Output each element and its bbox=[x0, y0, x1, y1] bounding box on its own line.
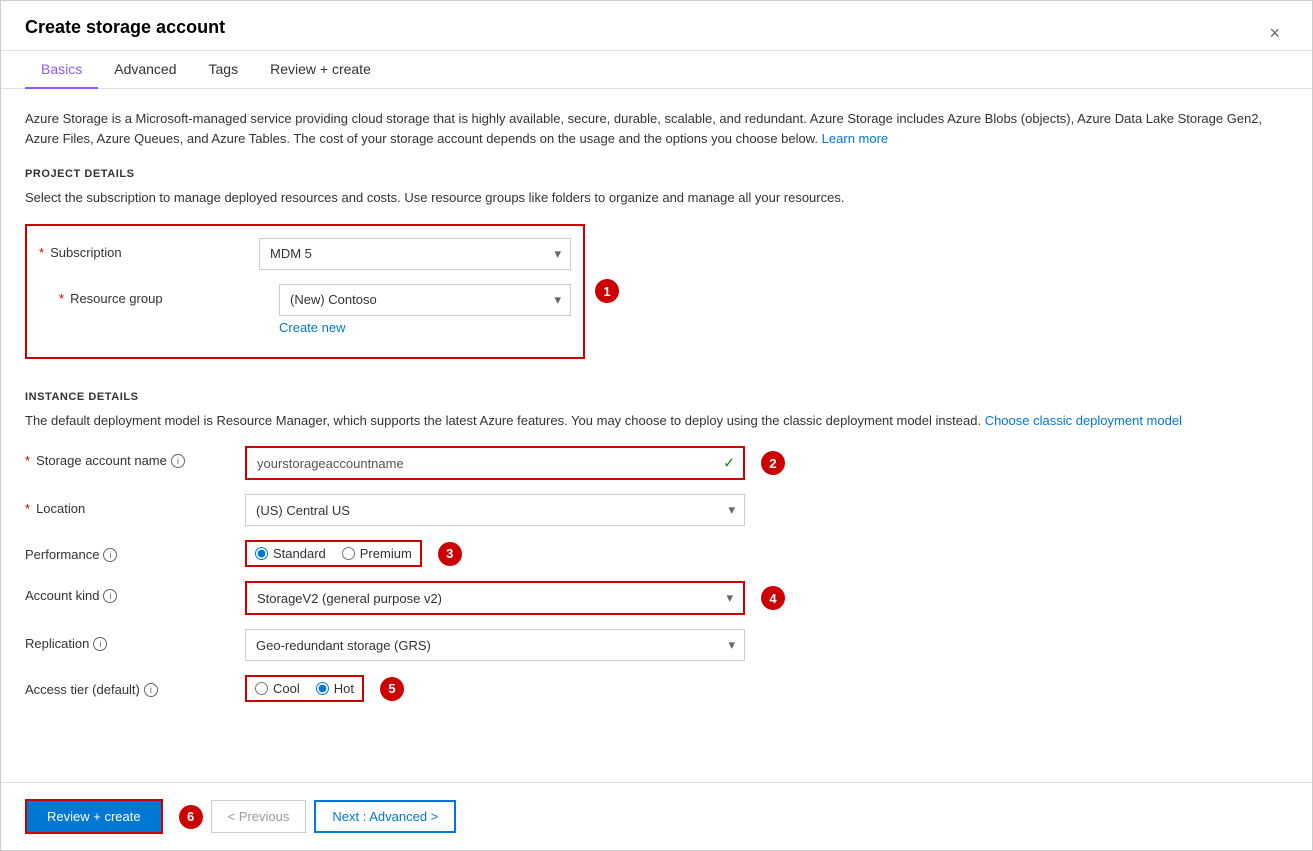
tab-bar: Basics Advanced Tags Review + create bbox=[1, 51, 1312, 89]
create-storage-account-dialog: Create storage account × Basics Advanced… bbox=[0, 0, 1313, 851]
performance-premium-radio[interactable] bbox=[342, 547, 355, 560]
dialog-title: Create storage account bbox=[25, 17, 225, 50]
subscription-group: * Subscription MDM 5 bbox=[39, 238, 571, 270]
performance-radio-box: Standard Premium bbox=[245, 540, 422, 567]
callout-badge-5: 5 bbox=[380, 677, 404, 701]
learn-more-link[interactable]: Learn more bbox=[822, 131, 888, 146]
access-tier-cool-label[interactable]: Cool bbox=[255, 681, 300, 696]
performance-label: Performance i bbox=[25, 540, 245, 562]
project-details-box: * Subscription MDM 5 * Resource group bbox=[25, 224, 585, 359]
location-select-wrapper: (US) Central US bbox=[245, 494, 745, 526]
previous-button[interactable]: < Previous bbox=[211, 800, 307, 833]
intro-description: Azure Storage is a Microsoft-managed ser… bbox=[25, 109, 1288, 148]
location-select[interactable]: (US) Central US bbox=[245, 494, 745, 526]
access-tier-radio-box: Cool Hot bbox=[245, 675, 364, 702]
close-button[interactable]: × bbox=[1261, 19, 1288, 48]
account-kind-info-icon[interactable]: i bbox=[103, 589, 117, 603]
resource-group-select[interactable]: (New) Contoso bbox=[279, 284, 571, 316]
access-tier-group: Access tier (default) i Cool Hot 5 bbox=[25, 675, 1288, 702]
resource-group-wrapper: (New) Contoso Create new bbox=[279, 284, 571, 335]
account-kind-group: Account kind i StorageV2 (general purpos… bbox=[25, 581, 1288, 615]
access-tier-cool-radio[interactable] bbox=[255, 682, 268, 695]
callout-badge-4: 4 bbox=[761, 586, 785, 610]
storage-name-check-icon: ✓ bbox=[723, 455, 735, 472]
next-button[interactable]: Next : Advanced > bbox=[314, 800, 456, 833]
replication-select[interactable]: Geo-redundant storage (GRS) bbox=[245, 629, 745, 661]
callout-badge-6: 6 bbox=[179, 805, 203, 829]
access-tier-label: Access tier (default) i bbox=[25, 675, 245, 697]
callout-badge-3: 3 bbox=[438, 542, 462, 566]
storage-account-name-input[interactable] bbox=[247, 448, 743, 478]
replication-group: Replication i Geo-redundant storage (GRS… bbox=[25, 629, 1288, 661]
resource-group-select-wrapper: (New) Contoso bbox=[279, 284, 571, 316]
storage-account-name-label: * Storage account name i bbox=[25, 446, 245, 468]
performance-standard-radio[interactable] bbox=[255, 547, 268, 560]
subscription-select[interactable]: MDM 5 bbox=[259, 238, 571, 270]
instance-details-title: INSTANCE DETAILS bbox=[25, 391, 1288, 403]
storage-name-info-icon[interactable]: i bbox=[171, 454, 185, 468]
resource-group-group: * Resource group (New) Contoso Create ne… bbox=[39, 284, 571, 335]
replication-select-wrapper: Geo-redundant storage (GRS) bbox=[245, 629, 745, 661]
account-kind-select[interactable]: StorageV2 (general purpose v2) bbox=[247, 583, 743, 613]
access-tier-info-icon[interactable]: i bbox=[144, 683, 158, 697]
project-details-desc: Select the subscription to manage deploy… bbox=[25, 188, 1288, 208]
location-label: * Location bbox=[25, 494, 245, 516]
performance-group: Performance i Standard Premium 3 bbox=[25, 540, 1288, 567]
storage-name-field-wrapper: ✓ 2 bbox=[245, 446, 785, 480]
storage-account-name-group: * Storage account name i ✓ 2 bbox=[25, 446, 1288, 480]
access-tier-hot-radio[interactable] bbox=[316, 682, 329, 695]
storage-account-name-input-box: ✓ bbox=[245, 446, 745, 480]
replication-label: Replication i bbox=[25, 629, 245, 651]
tab-basics[interactable]: Basics bbox=[25, 51, 98, 89]
dialog-content: Azure Storage is a Microsoft-managed ser… bbox=[1, 89, 1312, 782]
account-kind-wrapper: StorageV2 (general purpose v2) 4 bbox=[245, 581, 785, 615]
classic-deployment-link[interactable]: Choose classic deployment model bbox=[985, 413, 1182, 428]
access-tier-hot-label[interactable]: Hot bbox=[316, 681, 354, 696]
resource-group-label: * Resource group bbox=[59, 284, 279, 306]
review-create-wrapper: Review + create bbox=[25, 799, 163, 834]
replication-info-icon[interactable]: i bbox=[93, 637, 107, 651]
performance-standard-label[interactable]: Standard bbox=[255, 546, 326, 561]
instance-details-desc: The default deployment model is Resource… bbox=[25, 411, 1288, 431]
performance-premium-label[interactable]: Premium bbox=[342, 546, 412, 561]
callout-badge-1: 1 bbox=[595, 279, 619, 303]
dialog-header: Create storage account × bbox=[1, 1, 1312, 51]
account-kind-label: Account kind i bbox=[25, 581, 245, 603]
create-new-resource-group-link[interactable]: Create new bbox=[279, 320, 345, 335]
tab-review-create[interactable]: Review + create bbox=[254, 51, 387, 89]
review-create-button[interactable]: Review + create bbox=[27, 801, 161, 832]
account-kind-select-wrapper: StorageV2 (general purpose v2) bbox=[245, 581, 745, 615]
project-details-title: PROJECT DETAILS bbox=[25, 168, 1288, 180]
callout-badge-2: 2 bbox=[761, 451, 785, 475]
location-group: * Location (US) Central US bbox=[25, 494, 1288, 526]
performance-options-wrapper: Standard Premium 3 bbox=[245, 540, 462, 567]
dialog-footer: Review + create 6 < Previous Next : Adva… bbox=[1, 782, 1312, 850]
tab-advanced[interactable]: Advanced bbox=[98, 51, 192, 89]
subscription-select-wrapper: MDM 5 bbox=[259, 238, 571, 270]
subscription-label: * Subscription bbox=[39, 238, 259, 260]
tab-tags[interactable]: Tags bbox=[193, 51, 255, 89]
performance-info-icon[interactable]: i bbox=[103, 548, 117, 562]
access-tier-wrapper: Cool Hot 5 bbox=[245, 675, 404, 702]
